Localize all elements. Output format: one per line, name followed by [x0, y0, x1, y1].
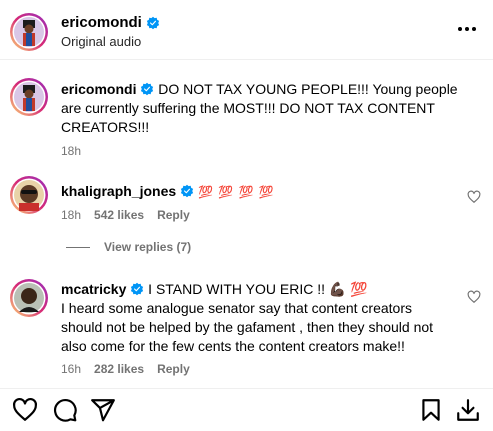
comment-meta: 16h 282 likes Reply: [61, 362, 190, 376]
view-replies-button[interactable]: View replies (7): [66, 240, 191, 254]
comment-time: 16h: [61, 362, 82, 376]
comment-username[interactable]: khaligraph_jones: [61, 183, 176, 199]
comment-content: 💯 💯 💯 💯: [197, 185, 275, 199]
comment-text: khaligraph_jones 💯 💯 💯 💯: [61, 182, 453, 202]
comment-username[interactable]: mcatricky: [61, 281, 126, 297]
reply-button[interactable]: Reply: [157, 208, 190, 222]
verified-icon: [146, 16, 159, 29]
verified-icon: [131, 282, 144, 296]
view-replies-label[interactable]: View replies (7): [104, 240, 191, 254]
comment-meta: 18h 542 likes Reply: [61, 208, 190, 222]
comment-time: 18h: [61, 144, 82, 158]
audio-label[interactable]: Original audio: [61, 34, 141, 49]
avatar[interactable]: [9, 77, 49, 117]
comment-username[interactable]: ericomondi: [61, 81, 136, 97]
share-icon[interactable]: [90, 397, 116, 423]
action-bar: [0, 388, 493, 431]
comment-content: I heard some analogue senator say that c…: [61, 300, 434, 354]
caption-comment: ericomondi DO NOT TAX YOUNG PEOPLE!!! Yo…: [0, 74, 493, 164]
heart-icon[interactable]: [467, 290, 481, 304]
download-icon[interactable]: [455, 397, 481, 423]
post-author[interactable]: ericomondi: [61, 14, 160, 31]
comment-text: mcatricky I STAND WITH YOU ERIC !! 💪🏿 💯 …: [61, 280, 451, 356]
comment-text: ericomondi DO NOT TAX YOUNG PEOPLE!!! Yo…: [61, 80, 473, 137]
comment-item: khaligraph_jones 💯 💯 💯 💯 18h 542 likes R…: [0, 172, 493, 232]
post-header: ericomondi Original audio: [0, 0, 493, 60]
comment-time: 18h: [61, 208, 82, 222]
avatar[interactable]: [9, 175, 49, 215]
heart-icon[interactable]: [12, 397, 38, 423]
verified-icon: [141, 82, 154, 96]
comment-meta: 18h: [61, 144, 81, 158]
reply-button[interactable]: Reply: [157, 362, 190, 376]
avatar[interactable]: [9, 12, 49, 52]
divider: [66, 246, 90, 248]
post-author-name[interactable]: ericomondi: [61, 14, 142, 31]
comment-likes[interactable]: 282 likes: [94, 362, 144, 376]
verified-icon: [180, 184, 194, 198]
bookmark-icon[interactable]: [418, 397, 444, 423]
comment-item: mcatricky I STAND WITH YOU ERIC !! 💪🏿 💯 …: [0, 272, 493, 382]
heart-icon[interactable]: [467, 190, 481, 204]
more-icon[interactable]: [455, 17, 479, 41]
avatar[interactable]: [9, 278, 49, 318]
comment-content-line1: I STAND WITH YOU ERIC !! 💪🏿 💯: [148, 281, 368, 297]
comment-likes[interactable]: 542 likes: [94, 208, 144, 222]
comment-icon[interactable]: [52, 397, 78, 423]
